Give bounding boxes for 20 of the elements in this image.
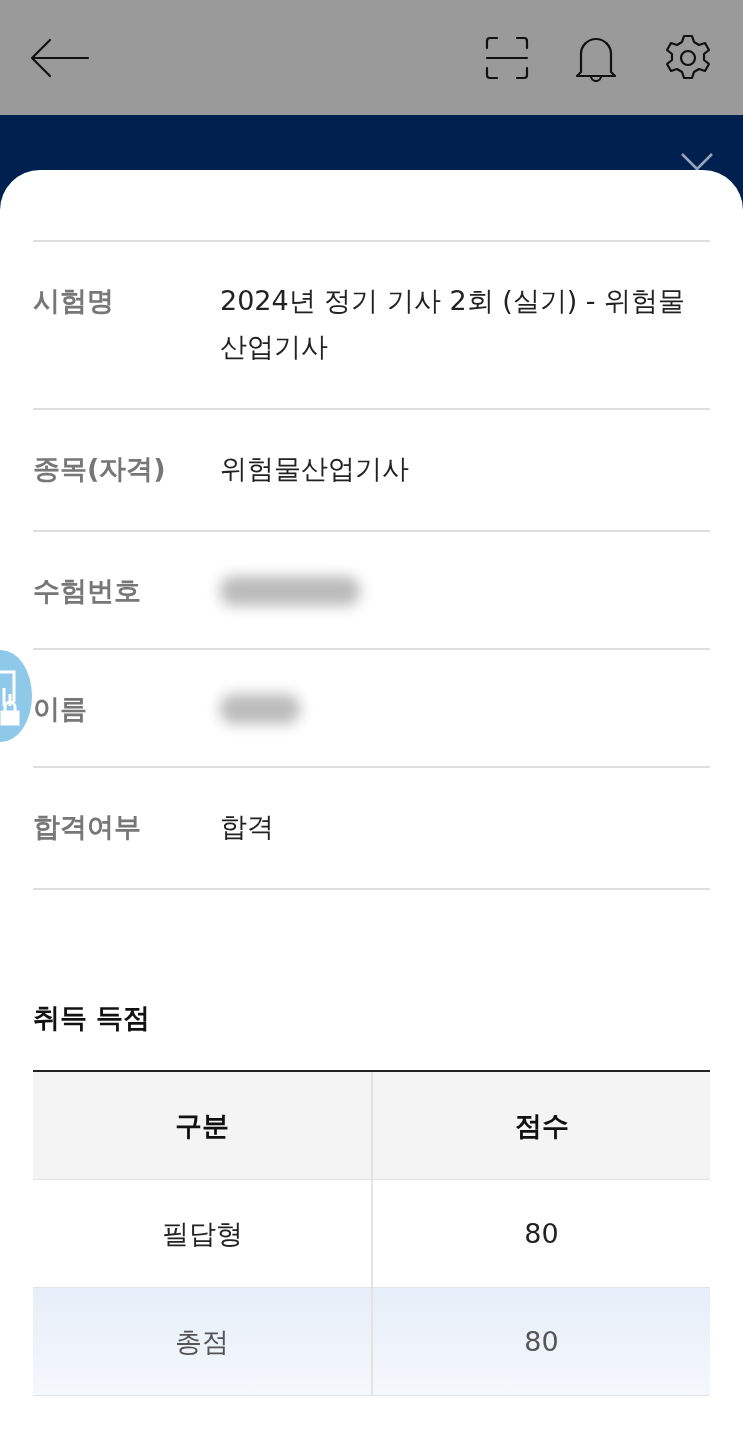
field-label: 합격여부 xyxy=(33,810,141,844)
field-label: 종목(자격) xyxy=(33,452,166,486)
field-label: 수험번호 xyxy=(33,574,141,608)
table-cell: 80 xyxy=(371,1180,710,1288)
back-arrow-icon xyxy=(30,36,90,79)
phone-lock-icon xyxy=(0,668,22,726)
field-value: 합격 xyxy=(220,810,275,844)
back-button[interactable] xyxy=(30,36,90,79)
section-title: 취득 득점 xyxy=(33,1001,152,1035)
scan-button[interactable] xyxy=(485,35,529,80)
total-cell: 80 xyxy=(371,1288,710,1396)
close-icon xyxy=(681,153,713,171)
column-header: 점수 xyxy=(371,1072,710,1180)
field-label: 시험명 xyxy=(33,284,114,318)
field-value: 2024년 정기 기사 2회 (실기) - 위험물산업기사 xyxy=(220,284,687,364)
field-value: 위험물산업기사 xyxy=(220,452,410,486)
column-header: 구분 xyxy=(33,1072,371,1180)
total-cell: 총점 xyxy=(33,1288,371,1396)
field-label: 이름 xyxy=(33,692,87,726)
scan-icon xyxy=(485,35,529,80)
